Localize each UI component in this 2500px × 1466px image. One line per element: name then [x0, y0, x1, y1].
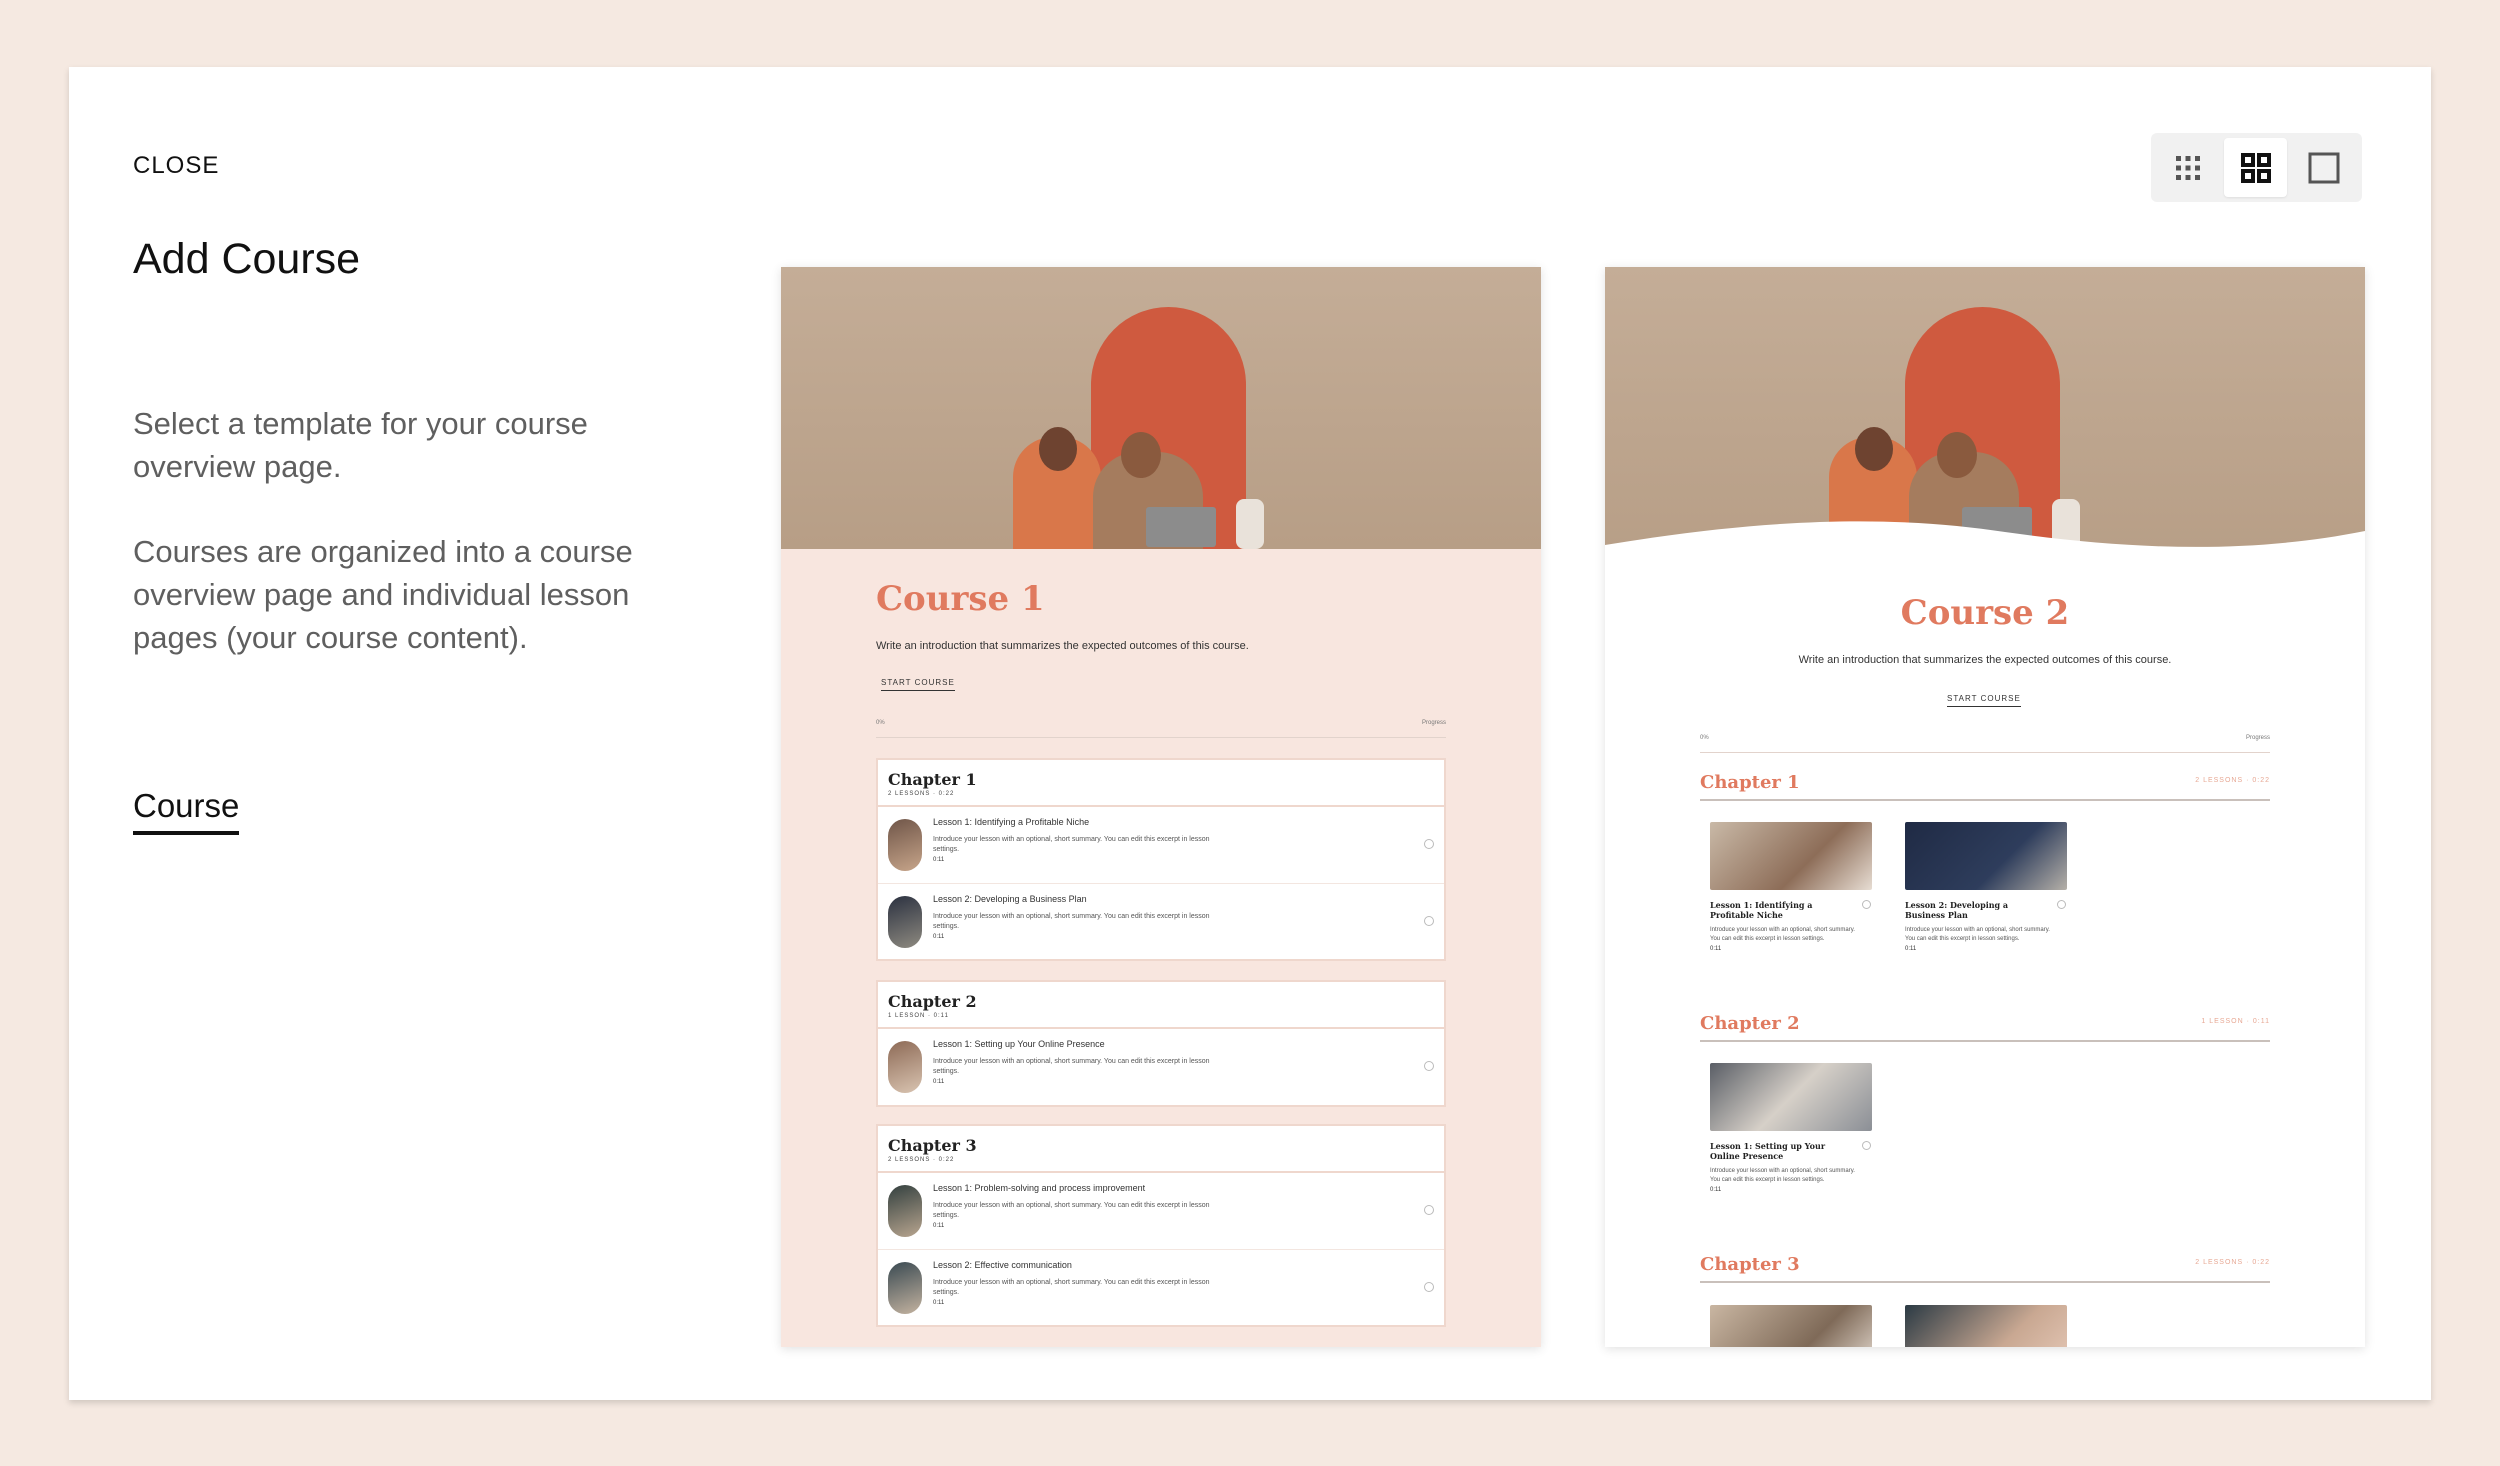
chapter-meta: 1 LESSON · 0:11 [2201, 1018, 2270, 1025]
lesson-card: Lesson 2: Developing a Business Plan Int… [1905, 822, 2070, 952]
lesson-thumbnail [1905, 822, 2067, 890]
lesson-thumbnail [888, 1185, 922, 1237]
lesson-complete-icon [2057, 900, 2066, 909]
chapter-box: Chapter 3 2 LESSONS · 0:22 Lesson 1: Pro… [876, 1124, 1446, 1327]
lesson-duration: 0:11 [1905, 946, 1917, 952]
chapter-divider [1700, 1040, 2270, 1042]
add-course-modal: CLOSE Add Course Select a template for y… [69, 67, 2431, 1400]
chapter-box: Chapter 1 2 LESSONS · 0:22 Lesson 1: Ide… [876, 758, 1446, 961]
tab-course[interactable]: Course [133, 787, 240, 835]
start-course-button[interactable]: START COURSE [881, 678, 955, 691]
template-card-2[interactable]: Course 2 Write an introduction that summ… [1605, 267, 2365, 1347]
template-card-1[interactable]: Course 1 Write an introduction that summ… [781, 267, 1541, 1347]
progress-percent: 0% [1700, 735, 1709, 741]
lesson-thumbnail [1710, 1063, 1872, 1131]
hero-image [781, 267, 1541, 549]
close-button[interactable]: CLOSE [133, 152, 219, 180]
lesson-duration: 0:11 [933, 857, 945, 863]
lesson-card: Lesson 1: Identifying a Profitable Niche… [1710, 822, 1875, 952]
course-intro: Write an introduction that summarizes th… [1798, 654, 2172, 666]
lesson-name: Lesson 1: Setting up Your Online Presenc… [933, 1039, 1105, 1049]
lesson-thumbnail [888, 1041, 922, 1093]
grid-large-view-button[interactable] [2224, 138, 2287, 197]
lesson-complete-icon [1862, 1141, 1871, 1150]
lesson-duration: 0:11 [933, 1079, 945, 1085]
chapter-divider [1700, 1281, 2270, 1283]
chapter-title: Chapter 1 [1700, 772, 1800, 793]
lesson-row: Lesson 1: Problem-solving and process im… [878, 1173, 1444, 1249]
description-select-template: Select a template for your course overvi… [133, 406, 588, 484]
chapter-meta: 2 LESSONS · 0:22 [2195, 777, 2270, 784]
lesson-complete-icon [1424, 1061, 1434, 1071]
lesson-description: Introduce your lesson with an optional, … [1710, 927, 1855, 942]
lesson-name: Lesson 1: Setting up Your Online Presenc… [1710, 1141, 1826, 1161]
lesson-name: Lesson 1: Identifying a Profitable Niche [1710, 900, 1813, 920]
lesson-thumbnail [1905, 1305, 2067, 1347]
lesson-description: Introduce your lesson with an optional, … [1710, 1168, 1855, 1183]
chapter-title: Chapter 3 [888, 1136, 977, 1155]
start-course-button[interactable]: START COURSE [1947, 694, 2021, 707]
lesson-complete-icon [1424, 1205, 1434, 1215]
lesson-thumbnail [888, 1262, 922, 1314]
single-view-icon [2308, 152, 2339, 183]
lesson-thumbnail [888, 819, 922, 871]
description-courses-organized: Courses are organized into a course over… [133, 534, 633, 655]
lesson-complete-icon [1424, 839, 1434, 849]
chapter-meta: 2 LESSONS · 0:22 [2195, 1259, 2270, 1266]
chapter-title: Chapter 2 [1700, 1013, 1800, 1034]
chapter-meta: 2 LESSONS · 0:22 [888, 791, 955, 797]
lesson-complete-icon [1862, 900, 1871, 909]
chapter-meta: 2 LESSONS · 0:22 [888, 1157, 955, 1163]
lesson-duration: 0:11 [1710, 946, 1722, 952]
chapter-meta: 1 LESSON · 0:11 [888, 1013, 949, 1019]
progress-label: Progress [2245, 735, 2270, 741]
progress-percent: 0% [876, 720, 885, 726]
lesson-row: Lesson 2: Developing a Business Plan Int… [878, 883, 1444, 959]
lesson-row: Lesson 2: Effective communication Introd… [878, 1249, 1444, 1325]
lesson-thumbnail [888, 896, 922, 948]
lesson-duration: 0:11 [1710, 1187, 1722, 1193]
chapter-title: Chapter 1 [888, 770, 977, 789]
lesson-thumbnail [1710, 822, 1872, 890]
lesson-duration: 0:11 [933, 1223, 945, 1229]
course-title: Course 2 [1900, 593, 2070, 633]
grid-small-icon [2175, 155, 2200, 180]
lesson-duration: 0:11 [933, 1300, 945, 1306]
lesson-row: Lesson 1: Identifying a Profitable Niche… [878, 807, 1444, 883]
lesson-complete-icon [1424, 916, 1434, 926]
lesson-name: Lesson 2: Effective communication [933, 1260, 1072, 1270]
progress-label: Progress [1421, 720, 1446, 726]
course-title: Course 1 [876, 579, 1045, 619]
single-view-button[interactable] [2292, 138, 2355, 197]
lesson-description: Introduce your lesson with an optional, … [933, 1202, 1210, 1219]
lesson-description: Introduce your lesson with an optional, … [933, 1058, 1210, 1075]
hero-wave-divider [1605, 521, 2365, 577]
course-intro: Write an introduction that summarizes th… [876, 640, 1249, 652]
lesson-description: Introduce your lesson with an optional, … [933, 836, 1210, 853]
view-toggle [2151, 133, 2362, 202]
lesson-description: Introduce your lesson with an optional, … [1905, 927, 2050, 942]
lesson-name: Lesson 1: Problem-solving and process im… [933, 1183, 1146, 1193]
chapter-title: Chapter 3 [1700, 1254, 1800, 1275]
lesson-name: Lesson 2: Developing a Business Plan [1905, 900, 2009, 920]
grid-large-icon [2240, 152, 2271, 183]
lesson-description: Introduce your lesson with an optional, … [933, 913, 1210, 930]
progress-bar: 0% Progress [1700, 735, 2270, 753]
lesson-description: Introduce your lesson with an optional, … [933, 1279, 1210, 1296]
lesson-name: Lesson 2: Developing a Business Plan [933, 894, 1087, 904]
lesson-row: Lesson 1: Setting up Your Online Presenc… [878, 1029, 1444, 1105]
progress-bar: 0% Progress [876, 720, 1446, 738]
grid-small-view-button[interactable] [2156, 138, 2219, 197]
chapter-box: Chapter 2 1 LESSON · 0:11 Lesson 1: Sett… [876, 980, 1446, 1107]
lesson-card: Lesson 1: Setting up Your Online Presenc… [1710, 1063, 1875, 1193]
chapter-title: Chapter 2 [888, 992, 977, 1011]
lesson-duration: 0:11 [933, 934, 945, 940]
chapter-divider [1700, 799, 2270, 801]
lesson-thumbnail [1710, 1305, 1872, 1347]
lesson-name: Lesson 1: Identifying a Profitable Niche [933, 817, 1090, 827]
lesson-complete-icon [1424, 1282, 1434, 1292]
modal-title: Add Course [133, 235, 361, 283]
